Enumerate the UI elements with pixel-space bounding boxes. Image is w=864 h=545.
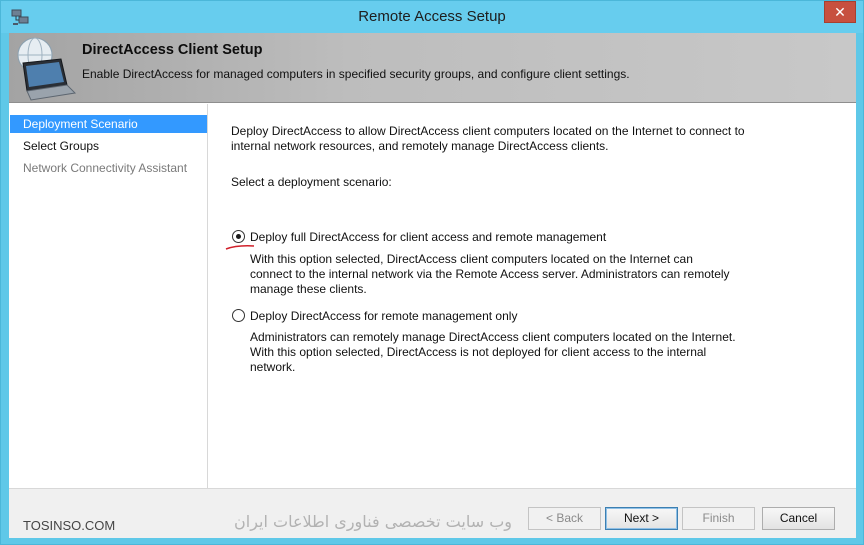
nav-item-select-groups[interactable]: Select Groups [10, 137, 207, 155]
banner-subtitle: Enable DirectAccess for managed computer… [82, 67, 630, 81]
banner-title: DirectAccess Client Setup [82, 42, 263, 58]
remote-desc-line-2: With this option selected, DirectAccess … [250, 345, 707, 359]
cancel-button[interactable]: Cancel [762, 507, 835, 530]
watermark-tosinso: TOSINSO.COM [23, 518, 116, 533]
full-desc-line-2: connect to the internal network via the … [250, 267, 730, 281]
full-desc-line-3: manage these clients. [250, 282, 367, 296]
remote-management-only-radio[interactable] [232, 309, 245, 322]
next-button[interactable]: Next > [605, 507, 678, 530]
finish-button[interactable]: Finish [682, 507, 755, 530]
annotation-underline [225, 245, 255, 250]
full-directaccess-description: With this option selected, DirectAccess … [250, 252, 740, 297]
full-desc-line-1: With this option selected, DirectAccess … [250, 252, 693, 266]
close-button[interactable]: ✕ [824, 1, 856, 23]
back-button[interactable]: < Back [528, 507, 601, 530]
intro-line-1: Deploy DirectAccess to allow DirectAcces… [231, 124, 745, 138]
remote-access-setup-window: Remote Access Setup ✕ DirectAccess Clien… [0, 0, 864, 545]
wizard-footer: TOSINSO.COM < Back Next > Finish Cancel … [9, 488, 856, 538]
dialog-body: DirectAccess Client Setup Enable DirectA… [9, 33, 856, 538]
laptop-globe-icon [17, 37, 77, 101]
select-scenario-label: Select a deployment scenario: [231, 175, 392, 189]
title-bar[interactable]: Remote Access Setup ✕ [1, 1, 863, 33]
nav-item-deployment-scenario[interactable]: Deployment Scenario [10, 115, 207, 133]
nav-item-network-connectivity-assistant: Network Connectivity Assistant [23, 161, 188, 175]
watermark-persian: وب سایت تخصصی فناوری اطلاعات ایران [234, 512, 512, 531]
header-banner: DirectAccess Client Setup Enable DirectA… [9, 33, 856, 103]
intro-text: Deploy DirectAccess to allow DirectAcces… [231, 124, 751, 154]
wizard-navigation: Deployment Scenario Select Groups Networ… [9, 104, 208, 488]
full-directaccess-label[interactable]: Deploy full DirectAccess for client acce… [250, 230, 606, 244]
remote-desc-line-1: Administrators can remotely manage Direc… [250, 330, 736, 344]
full-directaccess-radio[interactable] [232, 230, 245, 243]
remote-management-only-description: Administrators can remotely manage Direc… [250, 330, 740, 375]
intro-line-2: internal network resources, and remotely… [231, 139, 609, 153]
remote-desc-line-3: network. [250, 360, 296, 374]
remote-management-only-label[interactable]: Deploy DirectAccess for remote managemen… [250, 309, 517, 323]
window-title: Remote Access Setup [358, 8, 506, 25]
content-pane: Deploy DirectAccess to allow DirectAcces… [209, 104, 856, 488]
